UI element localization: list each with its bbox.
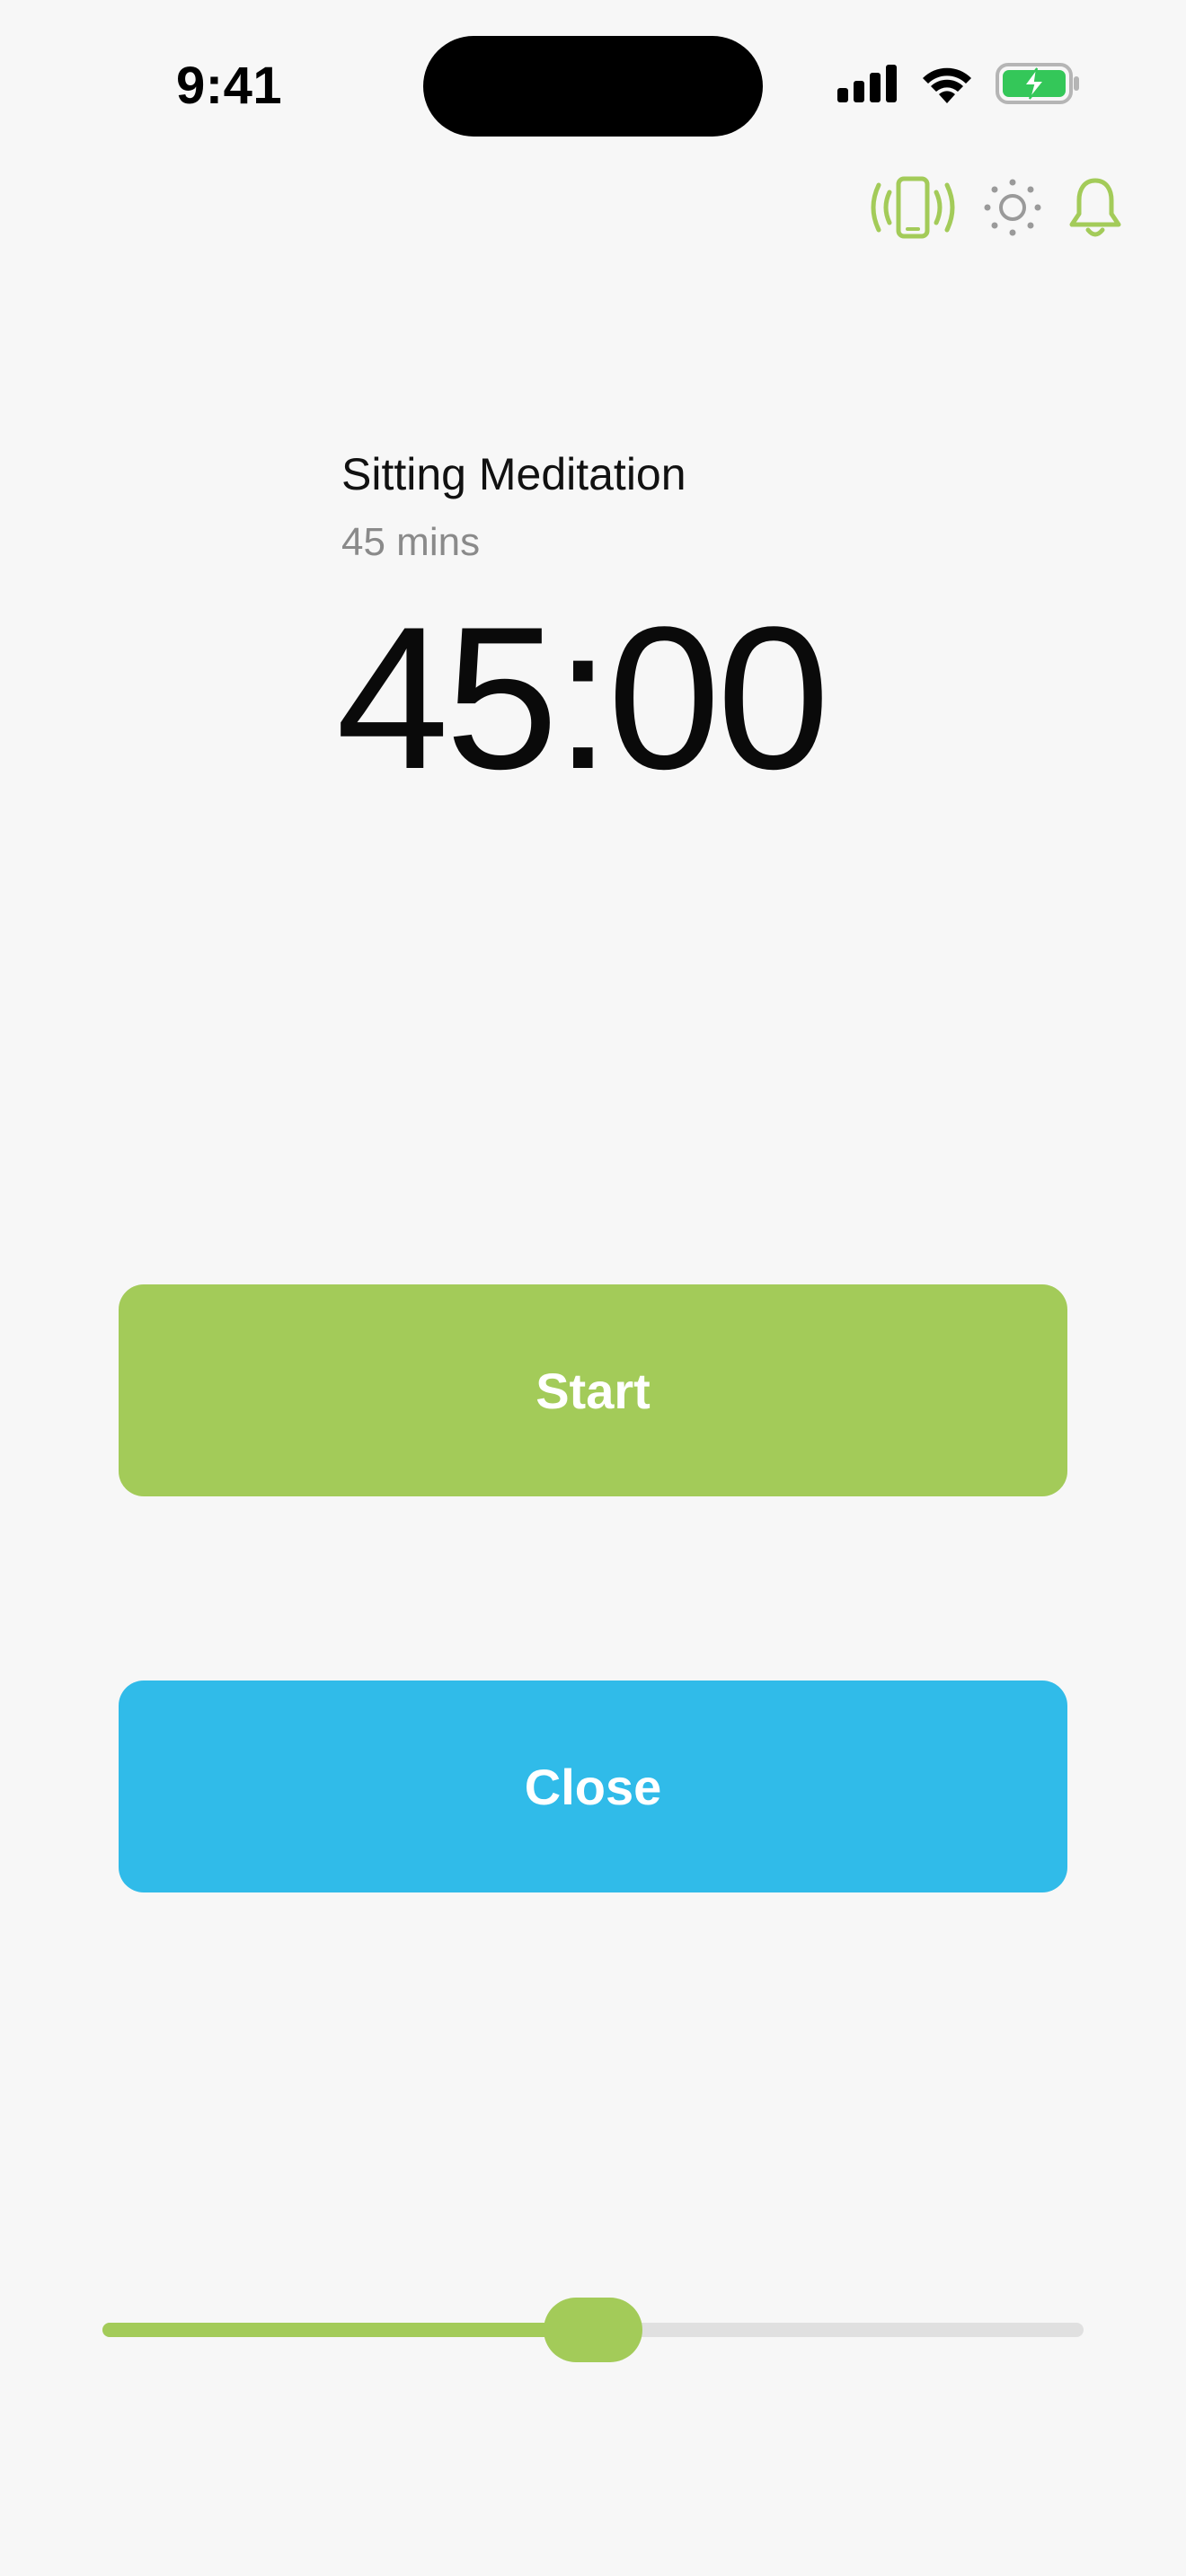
- battery-charging-icon: [996, 63, 1080, 109]
- close-button[interactable]: Close: [119, 1681, 1067, 1892]
- status-bar: 9:41: [0, 0, 1186, 137]
- cellular-signal-icon: [837, 65, 898, 107]
- vibration-toggle-button[interactable]: [868, 176, 958, 243]
- brightness-icon: [983, 178, 1042, 242]
- start-button[interactable]: Start: [119, 1284, 1067, 1496]
- toolbar: [868, 176, 1123, 243]
- countdown-timer: 45:00: [336, 584, 830, 811]
- status-icons: [837, 63, 1080, 109]
- progress-slider[interactable]: [102, 2296, 1084, 2364]
- session-info: Sitting Meditation 45 mins 45:00: [336, 445, 830, 801]
- bell-icon: [1067, 176, 1123, 243]
- bell-toggle-button[interactable]: [1067, 176, 1123, 243]
- slider-fill: [102, 2323, 593, 2337]
- brightness-toggle-button[interactable]: [983, 178, 1042, 242]
- session-title: Sitting Meditation: [341, 449, 686, 499]
- slider-thumb[interactable]: [544, 2298, 642, 2362]
- vibration-phone-icon: [868, 176, 958, 243]
- session-duration: 45 mins: [341, 520, 481, 564]
- dynamic-island: [423, 36, 763, 137]
- status-time: 9:41: [176, 57, 283, 115]
- wifi-icon: [920, 64, 974, 108]
